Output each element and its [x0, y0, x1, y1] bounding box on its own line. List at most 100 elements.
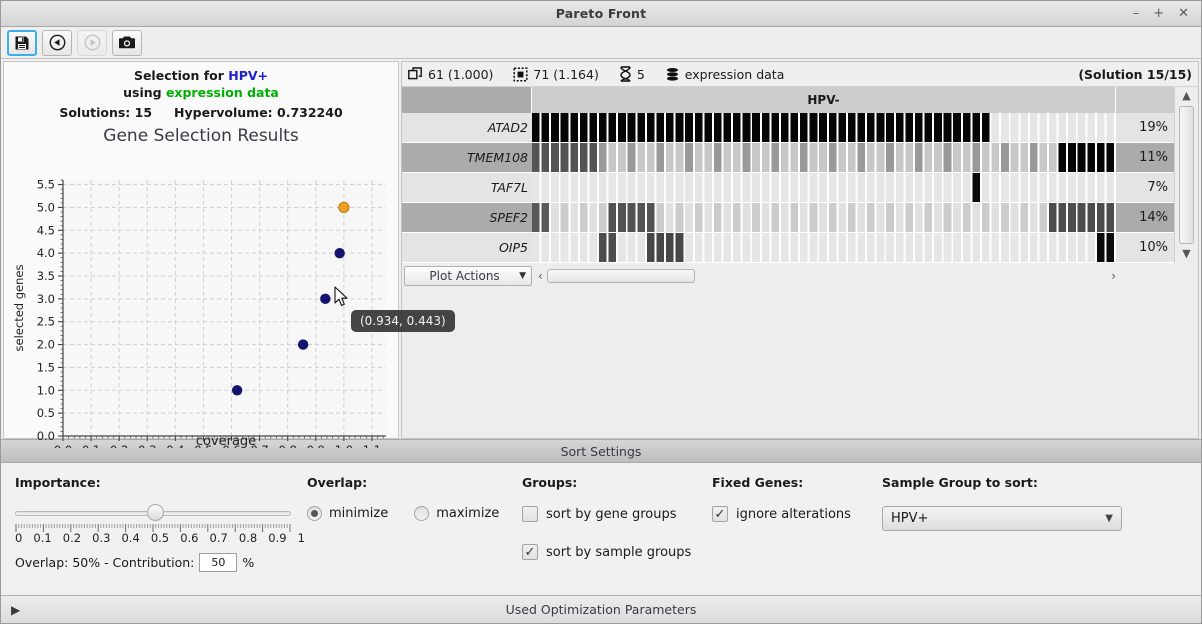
overlap-shapes-icon: [408, 66, 422, 79]
heatmap-row[interactable]: ATAD2 19%: [402, 113, 1174, 143]
svg-text:2.5: 2.5: [37, 315, 55, 329]
sort-sample-groups-label: sort by sample groups: [546, 544, 692, 560]
chevron-down-icon: ▼: [519, 271, 526, 281]
svg-text:1.5: 1.5: [37, 360, 55, 374]
slider-tick-marks: [15, 524, 291, 532]
scatter-plot[interactable]: 0.0 0.5 1.0 1.5 2.0 2.5 3.0 3.5 4.0 4.5 5.0 5.5 0.0…: [6, 148, 455, 448]
overlap-summary: Overlap: 50% - Contribution:: [15, 555, 195, 570]
overlap-maximize-radio[interactable]: maximize: [414, 506, 499, 521]
horizontal-scroll-track[interactable]: [546, 269, 1108, 283]
fixed-genes-group: Fixed Genes: ✓ ignore alterations: [712, 475, 882, 595]
save-button[interactable]: [7, 29, 37, 56]
back-button[interactable]: [42, 29, 72, 56]
scroll-up-icon[interactable]: ▲: [1182, 89, 1190, 103]
radio-unselected-icon: [414, 506, 430, 521]
sort-settings-panel: Importance: 0 0.1 0.2 0.3 0.4 0.5 0.6 0.7 0.8 0.9…: [1, 463, 1201, 595]
sample-group-header: HPV-: [532, 87, 1116, 113]
pareto-chart-panel: Selection for HPV+ using expression data…: [3, 61, 455, 448]
heatmap-row[interactable]: OIP5 10%: [402, 233, 1174, 263]
chevron-right-icon[interactable]: ›: [1111, 269, 1116, 283]
fixed-genes-label: Fixed Genes:: [712, 475, 804, 490]
solutions-count: Solutions: 15: [59, 105, 153, 120]
svg-text:0.3: 0.3: [138, 443, 156, 448]
chevron-down-icon: ▼: [1105, 513, 1113, 524]
headline-group: HPV+: [228, 68, 269, 83]
overlap-minimize-radio[interactable]: minimize: [307, 506, 388, 521]
screenshot-button[interactable]: [112, 29, 142, 56]
slider-tick-label: 0.1: [33, 531, 52, 545]
slider-tick-label: 0: [15, 531, 23, 545]
selection-box-icon: [513, 66, 528, 82]
heatmap-vertical-scrollbar[interactable]: ▲ ▼: [1174, 87, 1198, 263]
selection-headline: Selection for HPV+ using expression data: [123, 67, 279, 101]
solution-stats: Solutions: 15 Hypervolume: 0.732240: [59, 105, 342, 120]
genes-value: 5: [636, 66, 645, 82]
svg-text:0.0: 0.0: [54, 443, 72, 448]
svg-text:1.1: 1.1: [363, 443, 381, 448]
svg-text:4.5: 4.5: [37, 223, 55, 237]
data-point[interactable]: [231, 385, 243, 396]
importance-slider[interactable]: [15, 504, 291, 521]
heatmap-header-row: HPV-: [402, 87, 1174, 113]
horizontal-scroll-thumb[interactable]: [546, 269, 695, 283]
contribution-input[interactable]: 50: [199, 553, 238, 572]
ignore-alterations-checkbox[interactable]: ✓ ignore alterations: [712, 506, 882, 522]
gene-alteration-track[interactable]: [532, 233, 1116, 263]
maximize-button[interactable]: +: [1153, 6, 1164, 21]
gene-label: SPEF2: [402, 203, 532, 233]
slider-knob[interactable]: [147, 504, 164, 521]
plot-background: [63, 180, 386, 436]
gene-alteration-track[interactable]: [532, 203, 1116, 233]
data-point[interactable]: [320, 293, 331, 305]
heatmap-corner-cell: [402, 87, 532, 113]
svg-text:2.0: 2.0: [37, 338, 55, 352]
slider-tick-label: 0.3: [92, 531, 111, 545]
slider-tick-label: 0.9: [268, 531, 287, 545]
svg-text:0.5: 0.5: [37, 406, 55, 420]
gene-alteration-track[interactable]: [532, 173, 1116, 203]
svg-text:3.5: 3.5: [37, 269, 55, 283]
svg-text:1.0: 1.0: [37, 383, 55, 397]
database-icon: [666, 67, 678, 81]
vertical-scroll-thumb[interactable]: [1179, 106, 1194, 244]
heatmap-row[interactable]: SPEF2 14%: [402, 203, 1174, 233]
forward-button[interactable]: [77, 29, 107, 56]
gene-label: TMEM108: [402, 143, 532, 173]
chevron-left-icon[interactable]: ‹: [538, 269, 543, 283]
data-point[interactable]: [338, 201, 350, 214]
data-point[interactable]: [297, 339, 309, 350]
heatmap-row[interactable]: TAF7L 7%: [402, 173, 1174, 203]
scroll-down-icon[interactable]: ▼: [1182, 247, 1190, 261]
slider-tick-label: 1: [297, 531, 305, 545]
gene-alteration-track[interactable]: [532, 113, 1116, 143]
checkbox-unchecked-icon: [522, 506, 538, 522]
scatter-plot-svg: 0.0 0.5 1.0 1.5 2.0 2.5 3.0 3.5 4.0 4.5 5.0 5.5 0.0…: [12, 178, 386, 448]
heatmap-row[interactable]: TMEM108 11%: [402, 143, 1174, 173]
gene-label: ATAD2: [402, 113, 532, 143]
percent-header-cell: [1116, 87, 1174, 113]
coverage-value: 61 (1.000): [428, 66, 494, 82]
data-point[interactable]: [334, 247, 345, 259]
gene-alteration-track[interactable]: [532, 143, 1116, 173]
gene-label: OIP5: [402, 233, 532, 263]
svg-text:1.0: 1.0: [335, 443, 353, 448]
svg-text:3.0: 3.0: [37, 292, 55, 306]
plot-actions-dropdown[interactable]: Plot Actions ▼: [404, 266, 532, 286]
sample-group-dropdown[interactable]: HPV+ ▼: [882, 506, 1122, 531]
svg-text:0.2: 0.2: [110, 443, 128, 448]
checkbox-checked-icon: ✓: [712, 506, 728, 522]
close-button[interactable]: ✕: [1178, 6, 1189, 21]
dna-helix-icon: [620, 66, 631, 82]
sample-group-label: Sample Group to sort:: [882, 475, 1038, 490]
sample-group-value: HPV+: [891, 511, 929, 526]
camera-icon: [119, 36, 135, 49]
sort-sample-groups-checkbox[interactable]: ✓ sort by sample groups: [522, 544, 712, 560]
heatmap-horizontal-scrollbar[interactable]: ‹ ›: [534, 266, 1120, 286]
optimization-parameters-bar[interactable]: ▶ Used Optimization Parameters: [1, 595, 1201, 623]
minimize-button[interactable]: –: [1133, 6, 1140, 21]
solution-counter: (Solution 15/15): [1078, 66, 1192, 82]
genes-info: 5: [619, 66, 645, 82]
data-info: expression data: [665, 67, 784, 82]
slider-tick-label: 0.2: [62, 531, 82, 545]
sort-gene-groups-checkbox[interactable]: sort by gene groups: [522, 506, 712, 522]
